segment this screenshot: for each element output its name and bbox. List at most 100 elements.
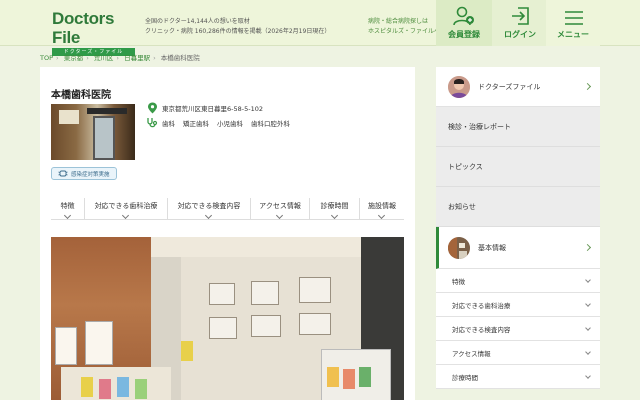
chevron-down-icon: [377, 211, 386, 220]
tab-label: 施設情報: [368, 202, 396, 210]
tab-label: 対応できる歯科治療: [94, 202, 158, 210]
chevron-down-icon: [330, 211, 338, 220]
photo-brochure: [343, 369, 355, 389]
breadcrumb: TOP › 東京都 › 荒川区 › 日暮里駅 › 本橋歯科医院: [40, 52, 200, 62]
photo-brochure: [99, 379, 111, 399]
tab-label: 特徴: [60, 202, 75, 210]
photo-wall-frame: [209, 283, 235, 305]
chevron-down-icon: [585, 372, 591, 379]
sidebar-subitem-label: 特徴: [452, 277, 465, 286]
breadcrumb-tokyo[interactable]: 東京都: [64, 54, 84, 62]
tab-label: 対応できる検査内容: [177, 202, 241, 210]
photo-brochure: [327, 367, 339, 387]
photo-wall-frame: [299, 313, 331, 335]
photo-brochure: [181, 341, 193, 361]
hamburger-icon: [546, 0, 602, 26]
sidebar-subitem-label: 対応できる歯科治療: [452, 301, 511, 310]
breadcrumb-separator: ›: [86, 54, 89, 62]
breadcrumb-top[interactable]: TOP: [40, 54, 53, 62]
breadcrumb-current: 本橋歯科医院: [160, 54, 200, 62]
sidebar-item-doctors-file[interactable]: ドクターズファイル: [436, 67, 600, 107]
photo-sign: [59, 110, 79, 124]
infection-control-badge: 感染症対策実施: [51, 167, 117, 180]
doctor-avatar: [448, 75, 470, 98]
menu-button[interactable]: メニュー: [546, 0, 600, 46]
badge-label: 感染症対策実施: [71, 171, 110, 178]
menu-label: メニュー: [557, 30, 589, 39]
sidebar: ドクターズファイル 検診・治療レポート トピックス お知らせ 基本情報 特徴 対…: [436, 67, 600, 400]
photo-wall-frame: [299, 277, 331, 303]
clinic-departments-row: 歯科 矯正歯科 小児歯科 歯科口腔外科: [146, 117, 298, 129]
department-item: 歯科: [162, 120, 175, 128]
clinic-exterior-photo[interactable]: [51, 104, 135, 160]
sidebar-item-topics[interactable]: トピックス: [436, 147, 600, 187]
chevron-down-icon: [585, 324, 591, 331]
photo-brochure: [81, 377, 93, 397]
photo-shelf: [61, 367, 171, 400]
site-header: Doctors File ドクターズ・ファイル 全国のドクター14,144人の想…: [0, 0, 640, 56]
breadcrumb-separator: ›: [153, 54, 156, 62]
sidebar-subitem-label: アクセス情報: [452, 349, 491, 358]
site-tagline: 全国のドクター14,144人の想いを取材 クリニック・病院 160,286件の情…: [145, 17, 330, 37]
chevron-down-icon: [585, 300, 591, 307]
tab-label: 診療時間: [320, 202, 349, 210]
hospitals-file-link[interactable]: 病院・総合病院探しは ホスピタルズ・ファイルへ: [368, 17, 440, 37]
sidebar-subitem-dental-treatments[interactable]: 対応できる歯科治療: [436, 293, 600, 317]
sidebar-item-news[interactable]: お知らせ: [436, 187, 600, 227]
sidebar-subitem-hours[interactable]: 診療時間: [436, 365, 600, 389]
mask-icon: [58, 170, 68, 177]
sidebar-item-report[interactable]: 検診・治療レポート: [436, 107, 600, 147]
sidebar-item-label: お知らせ: [448, 202, 476, 211]
clinic-avatar: [448, 236, 470, 259]
department-item: 矯正歯科: [183, 120, 209, 128]
sidebar-card: ドクターズファイル 検診・治療レポート トピックス お知らせ: [436, 67, 600, 227]
member-register-button[interactable]: 会員登録: [436, 0, 492, 46]
site-logo[interactable]: Doctors File ドクターズ・ファイル: [52, 9, 135, 56]
sidebar-subitem-examinations[interactable]: 対応できる検査内容: [436, 317, 600, 341]
tab-access[interactable]: アクセス情報: [251, 198, 310, 220]
clinic-main-panel: 本橋歯科医院 東京都荒川区東日暮里6-58-5-102 歯科 矯正歯科 小児歯科…: [40, 67, 415, 400]
map-pin-icon: [146, 102, 158, 114]
clinic-name: 本橋歯科医院: [51, 90, 111, 101]
photo-brochure: [135, 379, 147, 399]
photo-wall-frame: [251, 315, 281, 337]
login-label: ログイン: [504, 30, 536, 39]
breadcrumb-nippori[interactable]: 日暮里駅: [124, 54, 150, 62]
login-button[interactable]: ログイン: [492, 0, 548, 46]
sidebar-item-label: 検診・治療レポート: [448, 122, 511, 131]
tab-examinations[interactable]: 対応できる検査内容: [168, 198, 251, 220]
photo-brochure: [117, 377, 129, 397]
logo-title: Doctors File: [52, 9, 115, 47]
chevron-down-icon: [204, 211, 213, 220]
tab-hours[interactable]: 診療時間: [310, 198, 360, 220]
photo-wall-frame: [251, 281, 279, 305]
chevron-down-icon: [121, 211, 130, 220]
tab-features[interactable]: 特徴: [51, 198, 85, 220]
tagline-line-2: クリニック・病院 160,286件の情報を掲載（2026年2月19日現在）: [145, 28, 331, 35]
sidebar-subitem-features[interactable]: 特徴: [436, 269, 600, 293]
tab-dental-treatments[interactable]: 対応できる歯科治療: [85, 198, 168, 220]
tagline-line-1: 全国のドクター14,144人の想いを取材: [145, 18, 250, 25]
sidebar-item-label: 基本情報: [478, 243, 506, 252]
clinic-interior-photo[interactable]: [51, 237, 404, 400]
breadcrumb-separator: ›: [56, 54, 59, 62]
tab-label: アクセス情報: [259, 202, 301, 210]
chevron-down-icon: [585, 276, 591, 283]
member-register-label: 会員登録: [448, 30, 480, 39]
sidebar-basic-info-card: 基本情報 特徴 対応できる歯科治療 対応できる検査内容 アクセス情報 診療時間: [436, 227, 600, 389]
sidebar-item-basic-info[interactable]: 基本情報: [436, 227, 600, 269]
hospital-link-line-2: ホスピタルズ・ファイルへ: [368, 28, 441, 35]
breadcrumb-arakawa[interactable]: 荒川区: [94, 54, 114, 62]
photo-brochure: [359, 367, 371, 387]
sidebar-subitem-access[interactable]: アクセス情報: [436, 341, 600, 365]
login-icon: [492, 0, 548, 26]
tab-facility[interactable]: 施設情報: [360, 198, 404, 220]
stethoscope-icon: [146, 117, 158, 129]
section-tabs: 特徴 対応できる歯科治療 対応できる検査内容 アクセス情報 診療時間 施設情報: [51, 198, 404, 220]
photo-awning: [87, 108, 127, 114]
chevron-down-icon: [63, 211, 71, 220]
chevron-down-icon: [585, 348, 591, 355]
clinic-address: 東京都荒川区東日暮里6-58-5-102: [162, 105, 263, 113]
hospital-link-line-1: 病院・総合病院探しは: [368, 18, 429, 25]
sidebar-subitem-label: 診療時間: [452, 373, 478, 382]
